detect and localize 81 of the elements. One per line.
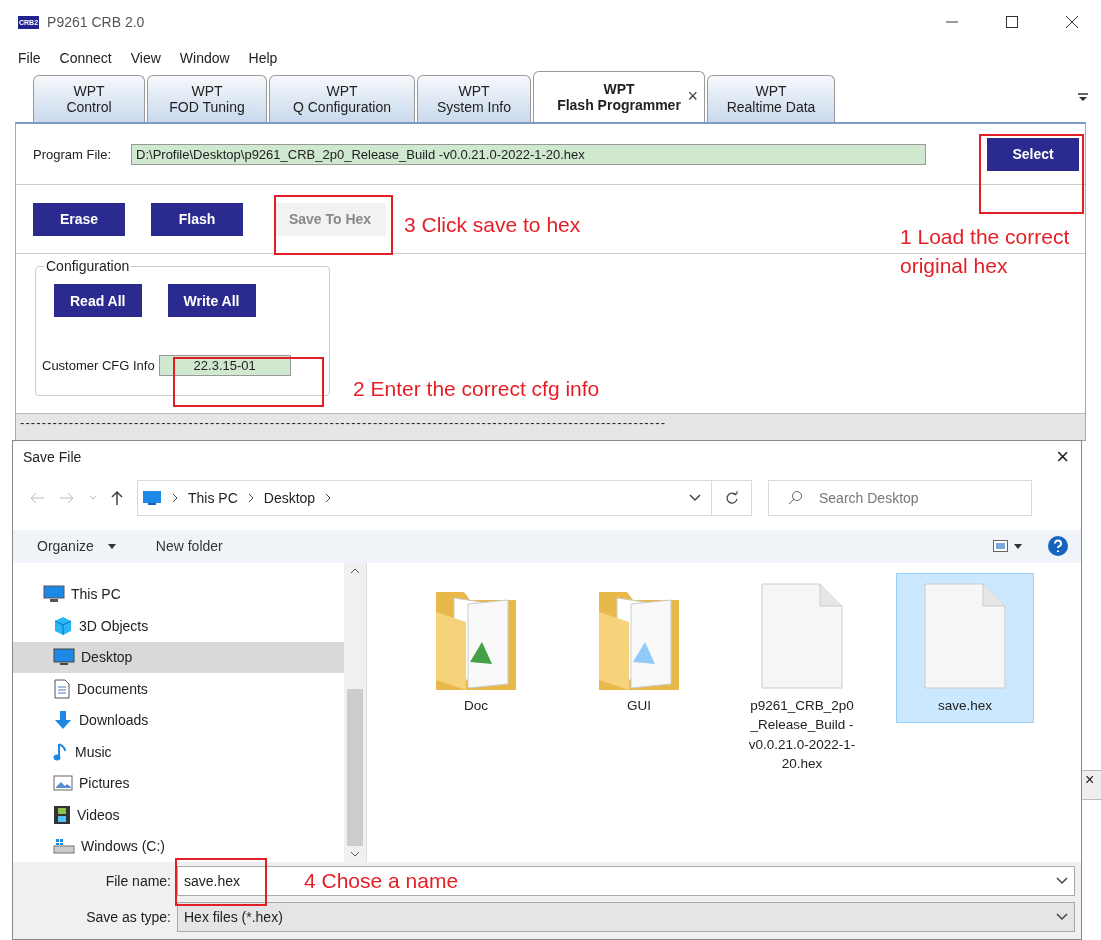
- chevron-icon: [172, 492, 178, 503]
- file-name-label: File name:: [104, 873, 172, 890]
- computer-icon: [43, 585, 65, 604]
- maximize-icon[interactable]: [1005, 15, 1019, 29]
- film-strip-icon: [53, 804, 71, 825]
- action-button[interactable]: Erase: [33, 202, 125, 236]
- nav-item[interactable]: Documents: [13, 673, 344, 705]
- folder-tile[interactable]: GUI: [570, 572, 708, 723]
- tab[interactable]: WPT FOD Tuning: [147, 75, 267, 122]
- cube-icon: [53, 615, 73, 636]
- tab[interactable]: WPT Q Configuration: [269, 75, 415, 122]
- dropdown-caret-icon[interactable]: [1056, 877, 1068, 886]
- log-line: -----------------------------------------------------------------------------------------------------------------------: [20, 415, 667, 430]
- annotation-text: 3 Click save to hex: [404, 212, 581, 238]
- blank-file-icon: [760, 581, 844, 690]
- drive-icon: [53, 838, 75, 855]
- picture-icon: [53, 775, 73, 792]
- document-tile[interactable]: save.hex: [896, 572, 1034, 723]
- menu-item[interactable]: Connect: [59, 50, 112, 66]
- address-bar[interactable]: This PC Desktop: [137, 479, 712, 516]
- search-field[interactable]: Search Desktop: [768, 479, 1032, 516]
- close-icon[interactable]: [1065, 15, 1079, 29]
- menu-item[interactable]: Help: [248, 50, 278, 66]
- close-icon[interactable]: ×: [1081, 771, 1095, 788]
- annotation-text: 4 Chose a name: [304, 868, 459, 895]
- nav-item[interactable]: Videos: [13, 799, 344, 831]
- cfg-info-label: Customer CFG Info: [42, 358, 155, 373]
- tab[interactable]: WPT Control: [33, 75, 145, 122]
- tab[interactable]: WPT Realtime Data: [707, 75, 835, 122]
- select-button[interactable]: Select: [987, 137, 1079, 171]
- nav-item[interactable]: Windows (C:): [13, 830, 344, 863]
- download-arrow-icon: [53, 710, 73, 731]
- save-as-type-label: Save as type:: [85, 909, 172, 926]
- refresh-button[interactable]: [712, 479, 752, 516]
- program-file-label: Program File:: [33, 146, 112, 162]
- program-file-field[interactable]: D:\Profile\Desktop\p9261_CRB_2p0_Release_Build -v0.0.21.0-2022-1-20.hex: [131, 143, 927, 165]
- file-type-dropdown[interactable]: Hex files (*.hex): [177, 902, 1075, 933]
- breadcrumb[interactable]: Desktop: [263, 489, 316, 506]
- group-title: Configuration: [45, 258, 131, 274]
- menu-item[interactable]: File: [18, 50, 41, 66]
- document-icon: [53, 678, 71, 699]
- nav-item[interactable]: Pictures: [13, 767, 344, 800]
- nav-item[interactable]: Downloads: [13, 704, 344, 737]
- help-icon[interactable]: [1047, 535, 1069, 558]
- search-icon: [787, 489, 803, 506]
- folder-tile[interactable]: Doc: [407, 572, 545, 723]
- chevron-icon: [247, 492, 254, 503]
- view-options-icon[interactable]: [993, 540, 1023, 553]
- file-name-field[interactable]: save.hex 4 Chose a name: [177, 866, 1075, 897]
- monitor-icon: [142, 489, 162, 506]
- chevron-icon: [325, 492, 332, 503]
- dialog-title: Save File: [23, 449, 82, 466]
- caret-icon: [107, 543, 116, 549]
- nav-item[interactable]: This PC: [13, 578, 344, 611]
- music-note-icon: [53, 741, 69, 762]
- window-title: P9261 CRB 2.0: [47, 14, 145, 30]
- dropdown-caret-icon[interactable]: [1056, 913, 1068, 922]
- up-icon[interactable]: [111, 489, 123, 506]
- menu-item[interactable]: View: [130, 50, 161, 66]
- annotation-text: 1 Load the correct original hex: [900, 224, 1071, 280]
- dropdown-caret-icon[interactable]: [689, 493, 701, 502]
- action-button[interactable]: Flash: [151, 202, 243, 236]
- blank-file-icon: [923, 581, 1007, 690]
- config-button[interactable]: Write All: [167, 284, 256, 317]
- scrollbar[interactable]: [344, 562, 366, 863]
- breadcrumb[interactable]: This PC: [188, 489, 238, 506]
- nav-item[interactable]: Music: [13, 736, 344, 768]
- nav-item[interactable]: Desktop: [13, 641, 344, 674]
- tab[interactable]: WPT System Info: [417, 75, 531, 122]
- new-folder-button[interactable]: New folder: [155, 538, 223, 555]
- nav-item[interactable]: 3D Objects: [13, 610, 344, 642]
- config-button[interactable]: Read All: [54, 284, 142, 317]
- menu-item[interactable]: Window: [179, 50, 230, 66]
- cfg-info-field[interactable]: 22.3.15-01: [158, 355, 291, 376]
- organize-menu[interactable]: Organize: [37, 538, 116, 555]
- annotation-text: 2 Enter the correct cfg info: [353, 376, 600, 402]
- overflow-menu-icon[interactable]: [1077, 92, 1089, 102]
- document-tile[interactable]: p9261_CRB_2p0_Release_Build -v0.0.21.0-2022-1-20.hex: [733, 572, 871, 775]
- close-icon[interactable]: ×: [1056, 444, 1069, 471]
- refresh-icon: [724, 490, 739, 505]
- monitor-icon: [53, 648, 75, 667]
